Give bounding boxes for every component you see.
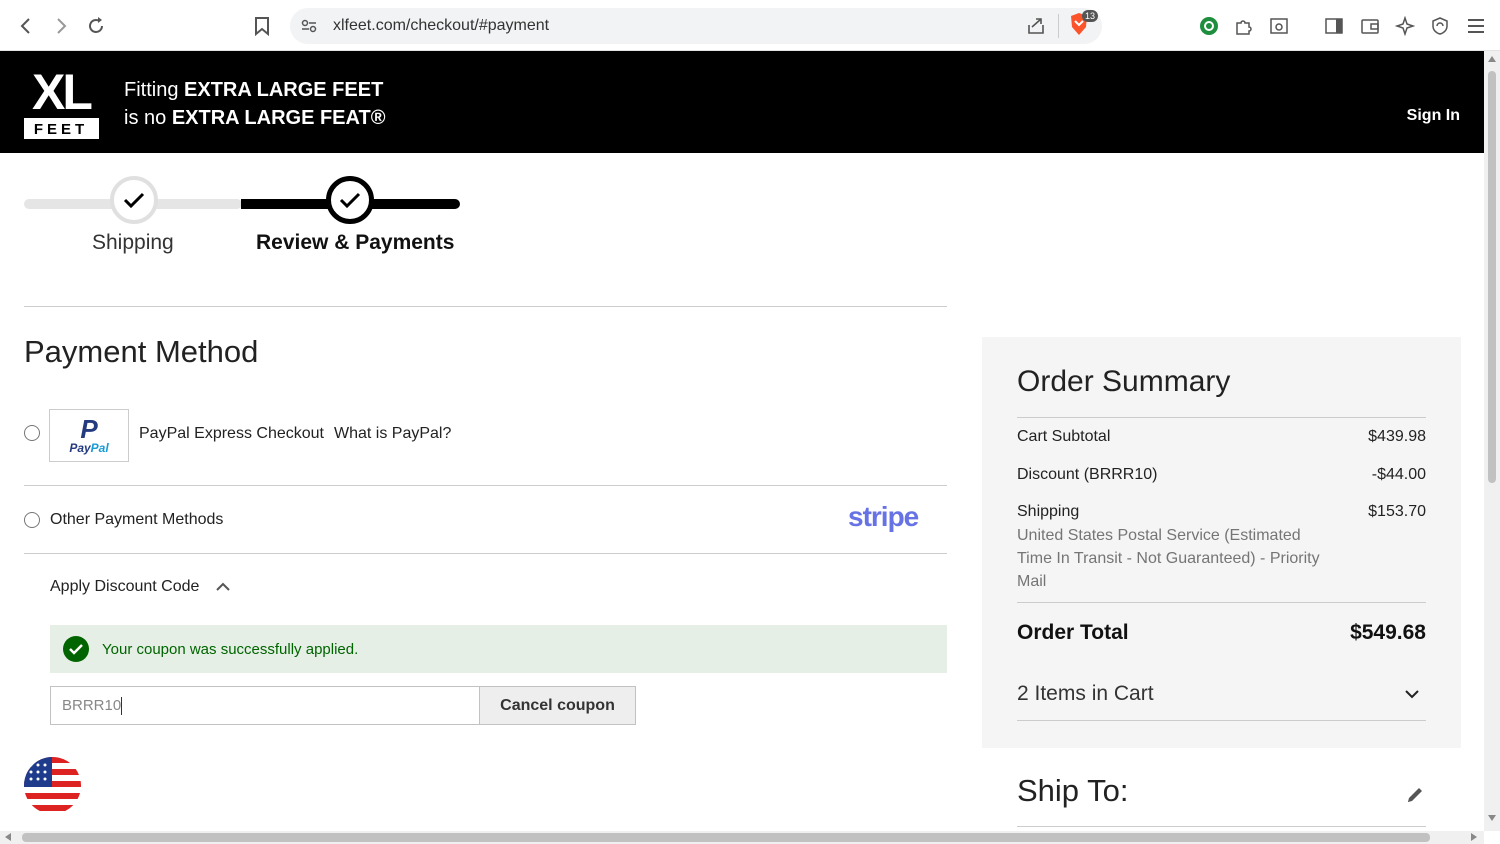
paypal-label[interactable]: PayPal Express Checkout [139, 425, 324, 443]
reload-icon[interactable] [82, 12, 110, 40]
logo-xl-text: XL [32, 65, 91, 120]
horizontal-scroll-thumb[interactable] [22, 833, 1430, 842]
shields-count-badge: 13 [1081, 10, 1098, 22]
tagline-bold-2: EXTRA LARGE FEAT® [171, 107, 386, 129]
shipping-value: $153.70 [1368, 503, 1426, 520]
tagline-prefix-1: Fitting [124, 79, 185, 101]
checkout-progress: Shipping Review & Payments [24, 176, 464, 266]
order-summary-title: Order Summary [1017, 365, 1231, 398]
checkmark-icon [339, 192, 361, 209]
items-in-cart-label: 2 Items in Cart [1017, 682, 1154, 705]
paypal-wordmark: PayPal [69, 441, 108, 455]
vertical-scroll-thumb[interactable] [1488, 71, 1496, 483]
ship-to-title: Ship To: [1017, 773, 1129, 808]
chevron-up-icon [216, 582, 231, 591]
divider [1017, 417, 1426, 418]
forward-icon[interactable] [47, 12, 75, 40]
tagline-bold-1: EXTRA LARGE FEET [184, 79, 384, 101]
vertical-scrollbar[interactable] [1484, 51, 1500, 831]
site-settings-icon[interactable] [300, 17, 318, 40]
order-summary-panel: Order Summary Cart Subtotal $439.98 Disc… [982, 337, 1461, 748]
success-text: Your coupon was successfully applied. [102, 640, 359, 658]
discount-label: Discount (BRRR10) [1017, 466, 1158, 483]
items-in-cart-toggle[interactable]: 2 Items in Cart [1017, 682, 1426, 706]
extension-green-icon[interactable] [1195, 12, 1223, 40]
paypal-word-pal: Pal [90, 440, 109, 455]
leo-ai-icon[interactable] [1391, 12, 1419, 40]
paypal-radio[interactable] [24, 425, 40, 441]
order-total-label: Order Total [1017, 621, 1129, 644]
scroll-right-arrow-icon[interactable] [1471, 833, 1477, 841]
text-caret [121, 697, 123, 716]
section-divider [24, 306, 947, 307]
other-payment-label[interactable]: Other Payment Methods [50, 511, 223, 529]
step-review-indicator [326, 176, 374, 224]
order-total-value: $549.68 [1350, 621, 1426, 644]
brave-shields-icon[interactable]: 13 [1068, 10, 1098, 38]
step-shipping-label[interactable]: Shipping [92, 231, 174, 255]
tagline: Fitting EXTRA LARGE FEET is no EXTRA LAR… [124, 76, 385, 132]
shipping-method-desc: United States Postal Service (Estimated … [1017, 527, 1320, 590]
order-total-row: Order Total $549.68 [1017, 621, 1426, 645]
url-divider [1058, 14, 1059, 38]
site-header: XL FEET Fitting EXTRA LARGE FEET is no E… [0, 51, 1484, 153]
scroll-down-arrow-icon[interactable] [1488, 815, 1496, 821]
subtotal-label: Cart Subtotal [1017, 428, 1111, 445]
extensions-puzzle-icon[interactable] [1230, 12, 1258, 40]
step-shipping-indicator[interactable] [110, 176, 158, 224]
bookmark-icon[interactable] [248, 12, 276, 40]
other-payment-radio[interactable] [24, 512, 40, 528]
discount-row: Discount (BRRR10) -$44.00 [1017, 466, 1426, 484]
discount-code-value: BRRR10 [62, 697, 122, 714]
divider [1017, 720, 1426, 721]
coupon-success-message: Your coupon was successfully applied. [50, 625, 947, 673]
scroll-up-arrow-icon[interactable] [1488, 56, 1496, 62]
wallet-icon[interactable] [1356, 12, 1384, 40]
divider [1017, 602, 1426, 603]
shipping-label: Shipping [1017, 503, 1080, 520]
browser-toolbar: xlfeet.com/checkout/#payment 13 [0, 0, 1500, 51]
payment-method-title: Payment Method [24, 334, 259, 369]
shipping-row: Shipping $153.70 [1017, 503, 1426, 521]
apply-discount-label: Apply Discount Code [50, 578, 200, 595]
us-flag-icon[interactable] [24, 757, 81, 814]
discount-code-input[interactable]: BRRR10 [50, 686, 480, 725]
share-icon[interactable] [1026, 16, 1046, 41]
sidebar-toggle-icon[interactable] [1320, 12, 1348, 40]
paypal-word-pay: Pay [69, 440, 91, 455]
paypal-p-icon: P [80, 413, 98, 444]
logo-feet-text: FEET [34, 121, 88, 138]
stripe-logo: stripe [848, 501, 919, 532]
url-text[interactable]: xlfeet.com/checkout/#payment [333, 17, 549, 35]
scroll-left-arrow-icon[interactable] [5, 833, 11, 841]
step-review-label: Review & Payments [256, 231, 455, 254]
cancel-coupon-button[interactable]: Cancel coupon [479, 686, 636, 725]
screenshot-icon[interactable] [1265, 12, 1293, 40]
divider [24, 553, 947, 554]
horizontal-scrollbar[interactable] [0, 831, 1484, 844]
tagline-prefix-2: is no [124, 107, 172, 129]
vpn-shield-icon[interactable] [1426, 12, 1454, 40]
chevron-down-icon [1405, 690, 1419, 699]
divider [1017, 826, 1426, 827]
address-bar[interactable]: xlfeet.com/checkout/#payment [290, 8, 1102, 44]
paypal-logo: P PayPal [49, 409, 129, 462]
divider [24, 485, 947, 486]
checkmark-icon [123, 192, 145, 209]
success-check-icon [63, 636, 89, 662]
back-icon[interactable] [12, 12, 40, 40]
what-is-paypal-link[interactable]: What is PayPal? [334, 425, 451, 443]
menu-icon[interactable] [1462, 12, 1490, 40]
sign-in-link[interactable]: Sign In [1407, 107, 1460, 125]
edit-pencil-icon[interactable] [1405, 785, 1425, 805]
xlfeet-logo[interactable]: XL FEET [24, 64, 99, 139]
subtotal-row: Cart Subtotal $439.98 [1017, 428, 1426, 446]
apply-discount-toggle[interactable]: Apply Discount Code [50, 578, 231, 596]
subtotal-value: $439.98 [1368, 428, 1426, 445]
discount-value: -$44.00 [1371, 466, 1426, 483]
